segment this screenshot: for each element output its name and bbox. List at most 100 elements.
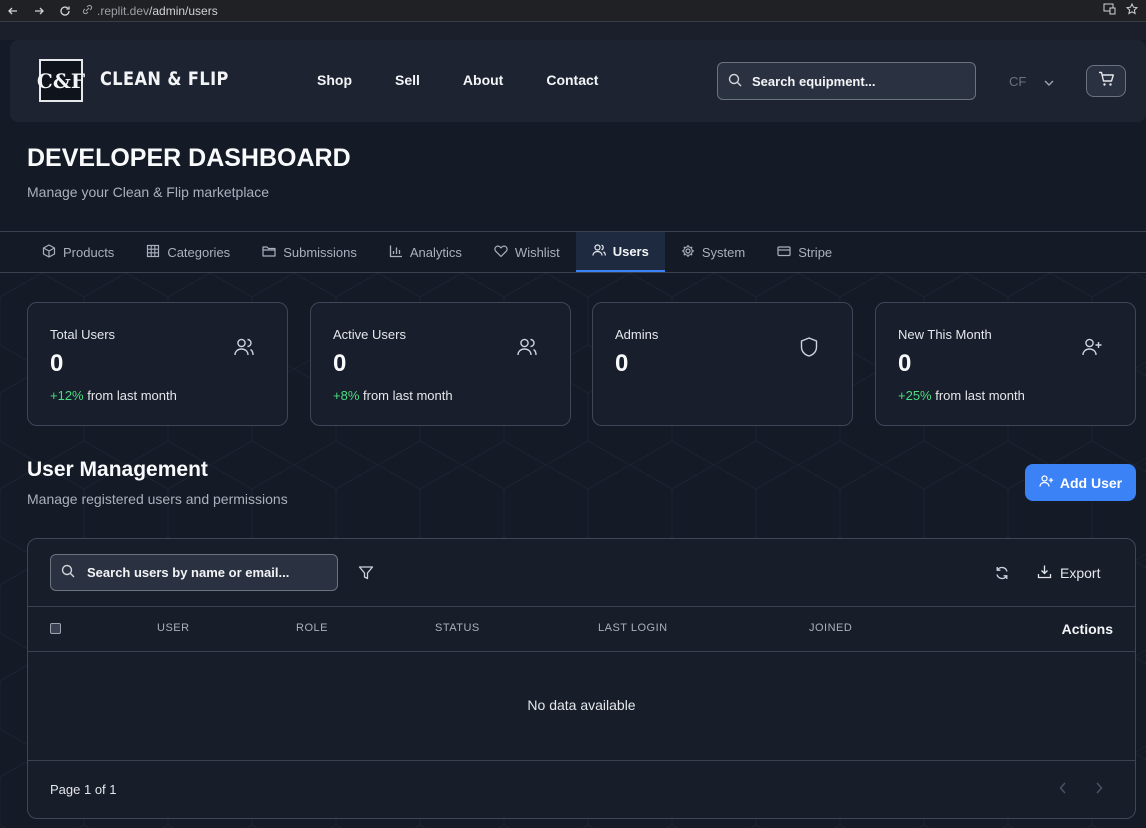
column-header-role[interactable]: ROLE	[296, 622, 328, 634]
browser-toolbar: .replit.dev/admin/users	[0, 0, 1146, 22]
box-icon	[42, 243, 56, 261]
address-bar[interactable]: .replit.dev/admin/users	[82, 4, 218, 18]
stat-value: 0	[615, 350, 629, 377]
cart-icon	[1098, 71, 1115, 92]
tab-label: Users	[612, 243, 649, 259]
search-icon	[61, 564, 75, 581]
dashboard-tabs: Products Categories Submissions Analytic…	[0, 231, 1146, 273]
user-search-input[interactable]: Search users by name or email...	[50, 554, 338, 591]
stat-label: Active Users	[333, 327, 406, 342]
search-placeholder: Search equipment...	[752, 73, 876, 89]
add-user-button[interactable]: Add User	[1025, 464, 1136, 501]
refresh-icon[interactable]	[994, 565, 1010, 581]
tab-products[interactable]: Products	[26, 232, 130, 272]
tab-label: Categories	[167, 244, 231, 260]
url-host: .replit.dev	[97, 3, 150, 18]
stat-change-suffix: from last month	[359, 388, 453, 403]
empty-state-message: No data available	[527, 697, 636, 713]
nav-shop[interactable]: Shop	[317, 72, 352, 88]
divider	[28, 606, 1135, 607]
stat-change: +8% from last month	[333, 388, 453, 403]
user-menu[interactable]: CF	[1009, 74, 1054, 89]
stat-value: 0	[333, 350, 347, 377]
stat-change: +25% from last month	[898, 388, 1025, 403]
tab-label: Stripe	[798, 244, 833, 260]
stat-label: Admins	[615, 327, 659, 342]
tab-stripe[interactable]: Stripe	[761, 232, 848, 272]
add-user-label: Add User	[1059, 474, 1123, 491]
column-header-status[interactable]: STATUS	[435, 622, 480, 634]
tab-label: Products	[63, 244, 115, 260]
stat-label: Total Users	[50, 327, 116, 342]
stat-card-total-users: Total Users 0 +12% from last month	[27, 302, 288, 426]
nav-contact[interactable]: Contact	[546, 72, 598, 88]
stat-change-pct: +25%	[898, 388, 932, 403]
stat-change: +12% from last month	[50, 388, 177, 403]
credit-card-icon	[777, 244, 791, 261]
export-button[interactable]: Export	[1037, 564, 1100, 582]
shield-icon	[798, 336, 820, 358]
stat-change-pct: +8%	[333, 388, 360, 403]
column-header-joined[interactable]: JOINED	[809, 622, 852, 634]
page-title: DEVELOPER DASHBOARD	[27, 144, 351, 172]
brand-name[interactable]: CLEAN & FLIP	[100, 68, 229, 90]
main-nav: Shop Sell About Contact	[317, 72, 641, 88]
column-header-actions: Actions	[1061, 621, 1113, 637]
stat-card-admins: Admins 0	[592, 302, 853, 426]
users-icon	[592, 243, 606, 260]
user-management-title: User Management	[27, 458, 208, 481]
users-icon	[516, 336, 538, 358]
gear-icon	[681, 244, 695, 261]
cast-icon[interactable]	[1103, 3, 1116, 18]
user-plus-icon	[1039, 474, 1054, 491]
tab-label: Analytics	[409, 244, 462, 260]
users-table-panel: Search users by name or email... Export …	[27, 538, 1136, 819]
bookmark-star-icon[interactable]	[1125, 2, 1139, 18]
grid-icon	[146, 244, 160, 261]
site-info-icon[interactable]	[82, 4, 93, 18]
reload-icon[interactable]	[58, 4, 72, 18]
tab-analytics[interactable]: Analytics	[373, 232, 478, 272]
stat-change-suffix: from last month	[83, 388, 177, 403]
stat-value: 0	[898, 350, 912, 377]
stat-change-pct: +12%	[50, 388, 84, 403]
tab-system[interactable]: System	[665, 232, 761, 272]
tab-submissions[interactable]: Submissions	[246, 232, 373, 272]
tab-label: Wishlist	[514, 244, 560, 260]
select-all-checkbox[interactable]	[50, 623, 61, 634]
stat-card-new-this-month: New This Month 0 +25% from last month	[875, 302, 1136, 426]
divider	[28, 760, 1135, 761]
nav-about[interactable]: About	[463, 72, 503, 88]
site-header: C&F CLEAN & FLIP Shop Sell About Contact…	[10, 40, 1146, 122]
nav-sell[interactable]: Sell	[395, 72, 420, 88]
chevron-down-icon	[1044, 74, 1054, 89]
logo[interactable]: C&F	[36, 59, 86, 102]
filter-icon[interactable]	[358, 565, 374, 581]
user-plus-icon	[1081, 336, 1103, 358]
logo-mark: C&F	[36, 68, 86, 93]
bar-chart-icon	[389, 244, 403, 261]
export-label: Export	[1060, 565, 1101, 581]
search-icon	[728, 73, 742, 90]
tab-users[interactable]: Users	[575, 232, 665, 272]
divider	[28, 651, 1135, 652]
stat-change-suffix: from last month	[931, 388, 1025, 403]
users-icon	[233, 336, 255, 358]
page-subtitle: Manage your Clean & Flip marketplace	[27, 184, 270, 200]
download-icon	[1037, 564, 1052, 582]
chevron-left-icon[interactable]	[1059, 781, 1067, 797]
tab-wishlist[interactable]: Wishlist	[478, 232, 576, 272]
stat-card-active-users: Active Users 0 +8% from last month	[310, 302, 571, 426]
stat-label: New This Month	[898, 327, 992, 342]
tab-label: System	[701, 244, 746, 260]
tab-categories[interactable]: Categories	[130, 232, 246, 272]
cart-button[interactable]	[1086, 65, 1126, 97]
column-header-user[interactable]: USER	[157, 622, 190, 634]
chevron-right-icon[interactable]	[1095, 781, 1103, 797]
forward-icon[interactable]	[32, 4, 46, 18]
back-icon[interactable]	[6, 4, 20, 18]
equipment-search-input[interactable]: Search equipment...	[717, 62, 976, 100]
pagination-info: Page 1 of 1	[50, 782, 117, 797]
column-header-last-login[interactable]: LAST LOGIN	[598, 622, 668, 634]
heart-icon	[494, 244, 508, 261]
